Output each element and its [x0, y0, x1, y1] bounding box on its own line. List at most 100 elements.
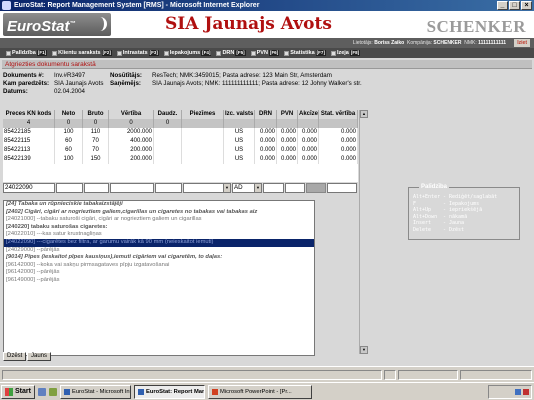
receiver-label: Saņēmējs:	[110, 80, 141, 87]
menu-icon	[250, 50, 256, 56]
drn-input[interactable]	[263, 183, 284, 193]
table-scrollbar[interactable]: ▲ ▼	[359, 110, 368, 354]
col-header[interactable]: Piezīmes	[182, 110, 224, 119]
notes-select[interactable]: ▼	[183, 183, 231, 193]
table-row[interactable]: 85422139 100 150 200.000 US 0.000 0.000 …	[3, 155, 358, 164]
cell-qty	[154, 155, 182, 164]
chevron-down-icon: ▼	[223, 184, 230, 192]
help-line: Alt+Down - nākamā	[413, 213, 468, 220]
table-row[interactable]: 85422113 60 70 200.000 US 0.000 0.000 0.…	[3, 146, 358, 155]
menu-label: Palīdzība	[12, 50, 36, 56]
totals-row: 4 0 0 0 0	[3, 119, 358, 128]
col-header[interactable]: Akcīze	[298, 110, 319, 119]
menu-exit[interactable]: Izeja [F8]	[329, 48, 362, 58]
taskbar-item[interactable]: Microsoft PowerPoint - [Pr...	[207, 384, 312, 399]
cell-gross: 70	[83, 146, 109, 155]
cell-pvn: 0.000	[277, 146, 298, 155]
scroll-down-icon[interactable]: ▼	[360, 346, 368, 354]
user-label: Lietotājs:	[352, 40, 373, 46]
taskbar-item[interactable]: EuroStat - Microsoft Intern...	[59, 384, 131, 399]
menu-statistics[interactable]: Statistika [F7]	[282, 48, 328, 58]
total-cell	[298, 119, 319, 128]
menu-clients[interactable]: Klientu saraksts [F2]	[50, 48, 114, 58]
menu-icon	[216, 50, 222, 56]
list-item[interactable]: [24] Tabaka un rūpnieciskie tabakaizstāj…	[4, 201, 314, 209]
back-to-documents-link[interactable]: Atgriezties dokumentu sarakstā	[2, 60, 532, 69]
menu-help[interactable]: Palīdzība [F1]	[4, 48, 49, 58]
list-item[interactable]: [2402] Cigāri, cigāri ar nogrieztiem gal…	[4, 209, 314, 217]
table-row[interactable]: 85422115 60 70 400.000 US 0.000 0.000 0.…	[3, 137, 358, 146]
menu-drn[interactable]: DRN [F5]	[214, 48, 247, 58]
maximize-button[interactable]: □	[509, 1, 520, 10]
new-button[interactable]: Jauns	[27, 352, 52, 361]
list-item[interactable]: [96142000] --koka vai sakņu pirmsagatave…	[4, 262, 314, 270]
powerpoint-icon	[211, 388, 218, 395]
list-item[interactable]: [96149000] --pārējās	[4, 277, 314, 285]
scroll-up-icon[interactable]: ▲	[360, 110, 368, 118]
sender-label: Nosūtītājs:	[110, 72, 142, 79]
list-item[interactable]: [24029000] --pārējās	[4, 247, 314, 255]
list-item[interactable]: [24021000] --tabaku saturoši cigāri, cig…	[4, 216, 314, 224]
list-item[interactable]: [240220] tabaku saturošas cigaretes:	[4, 224, 314, 232]
table-row[interactable]: 85422185 100 110 2000.000 US 0.000 0.000…	[3, 128, 358, 137]
gross-input[interactable]	[84, 183, 109, 193]
desktop-quicklaunch-icon[interactable]	[48, 387, 57, 396]
qty-input[interactable]	[155, 183, 182, 193]
country-select[interactable]: AD ▼	[232, 183, 262, 193]
cell-net: 60	[55, 146, 83, 155]
col-header[interactable]: Vērtība	[109, 110, 154, 119]
value-input[interactable]	[110, 183, 154, 193]
doc-number-label: Dokuments #:	[3, 72, 44, 79]
code-input[interactable]: 24022090	[3, 183, 55, 193]
col-header[interactable]: Stat. vērtība	[319, 110, 358, 119]
list-item[interactable]: [96142000] --pārējās	[4, 269, 314, 277]
tray-icon[interactable]	[515, 389, 521, 395]
col-header[interactable]: DRN	[255, 110, 277, 119]
cell-value: 400.000	[109, 137, 154, 146]
menu-pvn[interactable]: PVN [F6]	[249, 48, 282, 58]
window-controls: _ □ ×	[497, 1, 532, 10]
list-item[interactable]: [24022010] ---kas satur krustnagliņas	[4, 231, 314, 239]
code-suggestions-list[interactable]: [24] Tabaka un rūpnieciskie tabakaizstāj…	[3, 200, 315, 356]
col-header[interactable]: Bruto	[83, 110, 109, 119]
menu-icon	[163, 50, 169, 56]
logo-swoosh-icon	[97, 17, 107, 31]
excise-input	[306, 183, 326, 193]
col-header[interactable]: Preces KN kods	[3, 110, 55, 119]
date-value: 02.04.2004	[54, 88, 85, 95]
cell-qty	[154, 137, 182, 146]
col-header[interactable]: Izc. valsts	[224, 110, 255, 119]
start-button[interactable]: Start	[1, 384, 35, 399]
status-security	[460, 370, 532, 380]
pvn-input[interactable]	[285, 183, 305, 193]
cell-net: 100	[55, 128, 83, 137]
status-zone	[398, 370, 458, 380]
total-cell: 0	[109, 119, 154, 128]
list-item[interactable]: [9014] Pīpes (ieskaitot pīpes kausiņus),…	[4, 254, 314, 262]
minimize-button[interactable]: _	[497, 1, 508, 10]
menu-packaging[interactable]: Iepakojums [F4]	[162, 48, 214, 58]
col-header[interactable]: Neto	[55, 110, 83, 119]
date-label: Datums:	[3, 88, 28, 95]
cell-drn: 0.000	[255, 128, 277, 137]
col-header[interactable]: Daudz.	[154, 110, 182, 119]
tray-icon[interactable]	[523, 389, 529, 395]
ie-quicklaunch-icon[interactable]	[37, 387, 46, 396]
list-item-selected[interactable]: [24022090] ---cigarētes bez filtra, ar g…	[4, 238, 314, 247]
total-cell	[182, 119, 224, 128]
stat-value-input[interactable]	[327, 183, 357, 193]
windows-icon	[5, 387, 13, 396]
exit-button[interactable]: Iziet	[514, 39, 530, 47]
cell-country: US	[224, 155, 255, 164]
menu-icon	[284, 50, 290, 56]
menu-intrastats[interactable]: Intrastats [F3]	[115, 48, 161, 58]
delete-button[interactable]: Dzēst	[3, 352, 27, 361]
net-input[interactable]	[56, 183, 83, 193]
table-empty-area	[3, 164, 358, 182]
eurostat-logo: EuroStat™	[3, 13, 111, 36]
col-header[interactable]: PVN	[277, 110, 298, 119]
close-button[interactable]: ×	[521, 1, 532, 10]
taskbar-item-active[interactable]: EuroStat: Report Man...	[133, 384, 205, 399]
system-tray	[488, 385, 532, 399]
cell-gross: 110	[83, 128, 109, 137]
